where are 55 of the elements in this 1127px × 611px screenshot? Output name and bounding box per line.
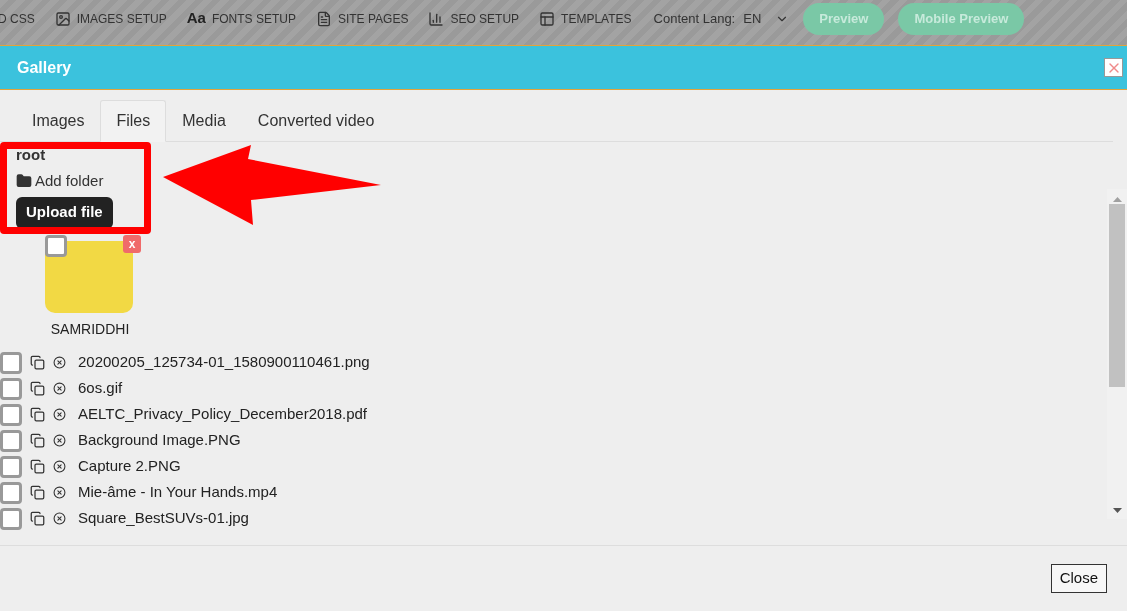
close-button[interactable]: Close	[1050, 564, 1107, 593]
delete-icon[interactable]	[53, 382, 66, 395]
file-name[interactable]: Square_BestSUVs-01.jpg	[78, 507, 249, 530]
checkbox[interactable]	[45, 234, 67, 257]
copy-icon[interactable]	[30, 381, 45, 396]
file-name[interactable]: 6os.gif	[78, 377, 123, 400]
checkbox[interactable]	[0, 507, 22, 530]
delete-icon[interactable]	[53, 512, 66, 525]
scroll-down-icon[interactable]	[1112, 507, 1122, 513]
layout-icon	[539, 10, 556, 27]
content-lang-label: Content Lang:	[653, 9, 736, 28]
checkbox[interactable]	[0, 377, 22, 400]
checkbox[interactable]	[0, 351, 22, 374]
file-name[interactable]: Mie-âme - In Your Hands.mp4	[78, 481, 278, 504]
toolbar-link[interactable]: SEO SETUP	[450, 9, 520, 28]
checkbox[interactable]	[0, 481, 22, 504]
copy-icon[interactable]	[30, 433, 45, 448]
document-icon	[315, 10, 332, 27]
copy-icon[interactable]	[30, 511, 45, 526]
tab[interactable]: Files	[100, 100, 167, 142]
font-glyph-icon: Aa	[186, 7, 206, 30]
delete-icon[interactable]	[53, 356, 66, 369]
add-folder-link[interactable]: Add folder	[35, 170, 104, 193]
tab[interactable]: Images	[16, 100, 101, 142]
toolbar-link[interactable]: TEMPLATES	[561, 9, 632, 28]
delete-icon[interactable]	[53, 434, 66, 447]
tab[interactable]: Converted video	[241, 100, 391, 142]
chart-icon	[428, 10, 445, 27]
dialog-title: Gallery	[17, 57, 72, 78]
toolbar-link[interactable]: SITE PAGES	[337, 9, 409, 28]
upload-file-button[interactable]: Upload file	[16, 196, 113, 229]
file-name[interactable]: Capture 2.PNG	[78, 455, 181, 478]
close-icon[interactable]	[1104, 58, 1123, 77]
checkbox[interactable]	[0, 429, 22, 452]
image-icon	[54, 10, 71, 27]
checkbox[interactable]	[0, 455, 22, 478]
toolbar-link[interactable]: FONTS SETUP	[211, 9, 296, 28]
file-name[interactable]: AELTC_Privacy_Policy_December2018.pdf	[78, 403, 368, 426]
tab[interactable]: Media	[166, 100, 242, 142]
copy-icon[interactable]	[30, 485, 45, 500]
toolbar-link[interactable]: IMAGES SETUP	[76, 9, 167, 28]
folder-icon	[16, 173, 32, 190]
file-name[interactable]: Background Image.PNG	[78, 429, 241, 452]
folder-name: SAMRIDDHI	[50, 319, 130, 339]
folder-tile[interactable]	[45, 240, 133, 313]
delete-icon[interactable]	[53, 486, 66, 499]
checkbox[interactable]	[0, 403, 22, 426]
copy-icon[interactable]	[30, 407, 45, 422]
file-name[interactable]: 20200205_125734-01_1580900110461.png	[78, 351, 370, 374]
delete-icon[interactable]	[53, 408, 66, 421]
copy-icon[interactable]	[30, 355, 45, 370]
delete-icon[interactable]	[53, 460, 66, 473]
copy-icon[interactable]	[30, 459, 45, 474]
folder-path: root	[16, 146, 46, 164]
language-select[interactable]: EN	[743, 8, 790, 29]
